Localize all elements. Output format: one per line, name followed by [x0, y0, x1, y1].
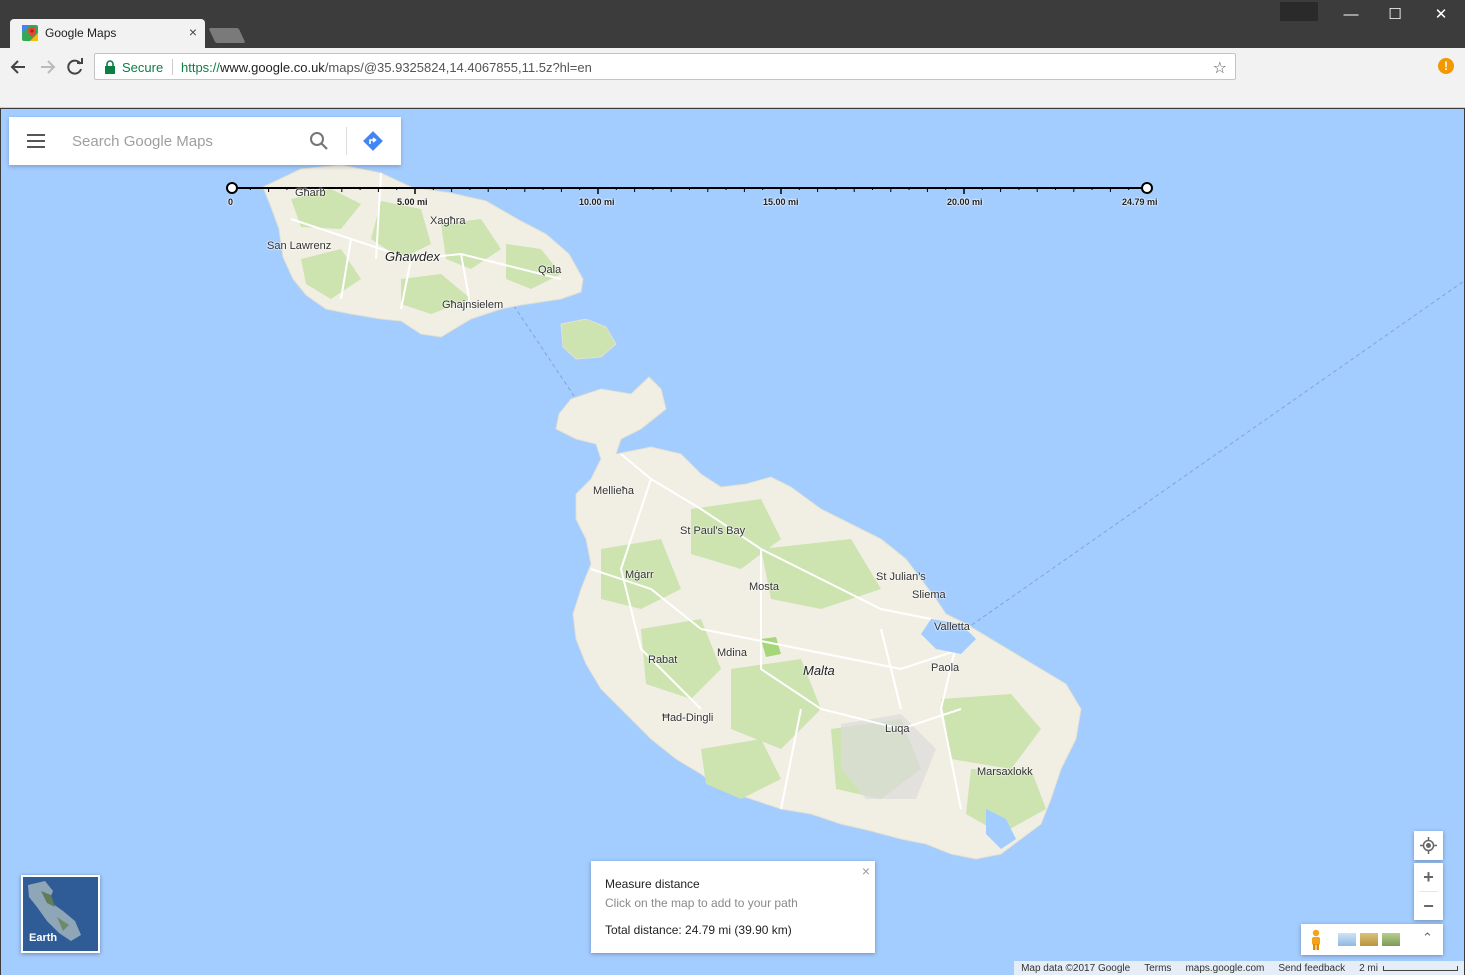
comino-island — [560, 318, 617, 360]
photo-thumbnail-icon[interactable] — [1360, 933, 1378, 946]
minimize-button[interactable]: — — [1336, 4, 1366, 26]
search-divider — [346, 127, 347, 155]
place-label-rabat[interactable]: Rabat — [648, 654, 677, 666]
location-target-icon — [1420, 837, 1437, 854]
place-label-qala[interactable]: Qala — [538, 264, 561, 276]
map-footer: Map data ©2017 Google Terms maps.google.… — [1014, 961, 1464, 975]
pegman-icon[interactable] — [1309, 929, 1323, 951]
close-window-button[interactable]: ✕ — [1426, 4, 1456, 26]
place-label-ghajnsielem[interactable]: Għajnsielem — [442, 299, 503, 311]
place-label-st-pauls-bay[interactable]: St Paul's Bay — [680, 525, 745, 537]
place-label-sliema[interactable]: Sliema — [912, 589, 946, 601]
my-location-button[interactable] — [1414, 831, 1443, 860]
photo-thumbnail-icon[interactable] — [1382, 933, 1400, 946]
scale-bar — [1383, 965, 1458, 971]
close-icon[interactable]: × — [862, 863, 870, 879]
malta-island — [555, 376, 1082, 860]
ruler-start-handle[interactable] — [226, 182, 238, 194]
chevron-up-icon[interactable]: ⌃ — [1422, 930, 1433, 946]
zoom-out-button[interactable]: − — [1414, 892, 1443, 920]
ruler-label: 24.79 mi — [1122, 197, 1158, 207]
new-tab-button[interactable] — [208, 28, 246, 43]
google-maps-favicon-icon — [22, 25, 38, 41]
address-divider — [172, 59, 173, 75]
ruler-label: 0 — [228, 197, 234, 207]
reload-icon[interactable] — [64, 56, 86, 78]
place-label-gharb[interactable]: Għarb — [295, 187, 326, 199]
domain-link[interactable]: maps.google.com — [1178, 963, 1271, 974]
map-data-attribution: Map data ©2017 Google — [1021, 962, 1131, 974]
place-label-mellieha[interactable]: Mellieħa — [593, 485, 634, 497]
imagery-bar: ⌃ — [1301, 924, 1443, 955]
earth-label: Earth — [29, 932, 58, 944]
place-label-xaghra[interactable]: Xagħra — [430, 215, 465, 227]
place-label-st-julians[interactable]: St Julian's — [876, 571, 926, 583]
measure-distance-card: × Measure distance Click on the map to a… — [591, 861, 875, 953]
photo-thumbnail-icon[interactable] — [1338, 933, 1356, 946]
map-tiles — [226, 164, 1464, 860]
tab-google-maps[interactable]: Google Maps × — [10, 19, 205, 48]
url-path: /maps/@35.9325824,14.4067855,11.5z?hl=en — [324, 60, 592, 75]
measure-total-distance: Total distance: 24.79 mi (39.90 km) — [605, 923, 792, 937]
search-box — [9, 117, 401, 165]
place-label-paola[interactable]: Paola — [931, 662, 959, 674]
send-feedback-link[interactable]: Send feedback — [1271, 963, 1352, 974]
terms-link[interactable]: Terms — [1137, 963, 1178, 974]
place-label-luqa[interactable]: Luqa — [885, 723, 909, 735]
place-label-mdina[interactable]: Mdina — [717, 647, 747, 659]
hamburger-menu-icon[interactable] — [27, 134, 45, 148]
ruler-label: 20.00 mi — [947, 197, 983, 207]
address-bar[interactable]: Secure https://www.google.co.uk/maps/@35… — [94, 53, 1236, 80]
measure-hint: Click on the map to add to your path — [605, 896, 798, 910]
earth-view-toggle[interactable]: Earth — [21, 875, 100, 953]
browser-toolbar: Secure https://www.google.co.uk/maps/@35… — [0, 48, 1465, 85]
directions-icon[interactable] — [363, 131, 383, 151]
place-label-marsaxlokk[interactable]: Marsaxlokk — [977, 766, 1033, 778]
back-arrow-icon[interactable] — [8, 56, 30, 78]
secure-label: Secure — [122, 60, 164, 75]
zoom-in-button[interactable]: + — [1414, 863, 1443, 891]
place-label-valletta[interactable]: Valletta — [934, 621, 970, 633]
profile-button[interactable] — [1280, 2, 1318, 21]
ruler-end-handle[interactable] — [1141, 182, 1153, 194]
place-label-ghawdex[interactable]: Għawdex — [385, 249, 440, 264]
ruler-label: 10.00 mi — [579, 197, 615, 207]
lock-icon — [105, 60, 115, 74]
browser-titlebar: Google Maps × — ☐ ✕ — [0, 0, 1465, 48]
search-input[interactable] — [72, 131, 292, 151]
map-canvas[interactable]: 0 5.00 mi 10.00 mi 15.00 mi 20.00 mi 24.… — [1, 109, 1464, 975]
maximize-button[interactable]: ☐ — [1380, 4, 1410, 26]
alert-icon[interactable]: ! — [1438, 58, 1454, 74]
url-scheme: https:// — [181, 60, 221, 75]
zoom-controls: + − — [1414, 863, 1443, 920]
place-label-san-lawrenz[interactable]: San Lawrenz — [267, 240, 331, 252]
tab-close-button[interactable]: × — [189, 24, 197, 40]
ruler-label: 15.00 mi — [763, 197, 799, 207]
forward-arrow-icon[interactable] — [36, 56, 58, 78]
toolbar-spacer — [0, 85, 1465, 108]
place-label-malta[interactable]: Malta — [803, 663, 835, 678]
ruler-label: 5.00 mi — [397, 197, 428, 207]
url-host: www.google.co.uk — [220, 60, 325, 75]
url-text[interactable]: https://www.google.co.uk/maps/@35.932582… — [181, 60, 592, 75]
place-label-mosta[interactable]: Mosta — [749, 581, 779, 593]
search-icon[interactable] — [309, 131, 329, 151]
scale-label[interactable]: 2 mi — [1352, 963, 1385, 974]
bookmark-star-icon[interactable]: ☆ — [1213, 58, 1227, 78]
tab-title: Google Maps — [45, 26, 117, 40]
measure-title: Measure distance — [605, 877, 700, 891]
place-label-mgarr[interactable]: Mġarr — [625, 569, 654, 581]
place-label-had-dingli[interactable]: Ħad-Dingli — [662, 712, 713, 724]
